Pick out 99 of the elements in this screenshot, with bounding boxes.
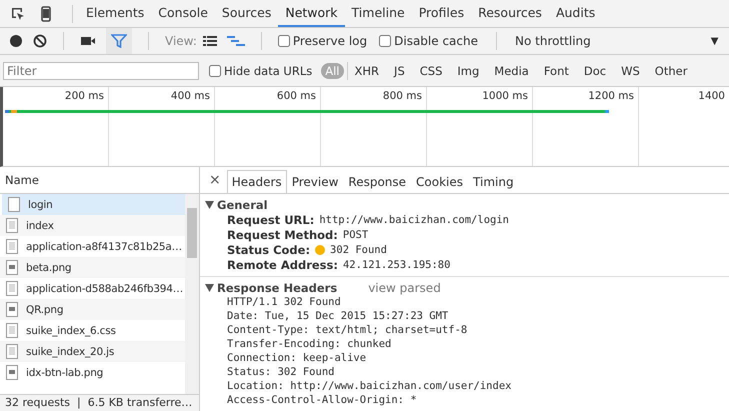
header-line: HTTP/1.1 302 Found	[226, 295, 342, 309]
list-view-icon[interactable]	[202, 35, 217, 47]
type-filter[interactable]: Doc	[580, 62, 610, 78]
header-line: Date: Tue, 15 Dec 2015 15:27:23 GMT	[226, 309, 450, 323]
hide-data-urls-checkbox[interactable]	[209, 64, 221, 76]
document-icon	[8, 197, 20, 212]
close-button[interactable]: ×	[203, 167, 227, 193]
section-title[interactable]: Response Headers	[217, 280, 338, 294]
filter-icon[interactable]	[111, 34, 127, 48]
request-row[interactable]: index	[0, 215, 185, 236]
text-file-icon	[6, 239, 18, 254]
filter-field[interactable]: Filter	[3, 62, 199, 80]
request-name: idx-btn-lab.png	[26, 366, 104, 378]
panel-tab[interactable]: Elements	[79, 0, 152, 27]
type-filter[interactable]: JS	[390, 62, 409, 78]
field-value: 302 Found	[330, 244, 387, 256]
tick-label: 200 ms	[64, 90, 104, 102]
request-name: index	[26, 220, 54, 232]
camera-icon[interactable]	[80, 35, 96, 47]
panel-tab[interactable]: Timeline	[344, 0, 412, 27]
header-line: Location: http://www.baicizhan.com/user/index	[226, 379, 512, 393]
text-file-icon	[6, 218, 18, 233]
type-filter[interactable]: Other	[650, 62, 692, 78]
detail-tab[interactable]: Cookies	[411, 170, 468, 193]
header-line: Connection: keep-alive	[226, 351, 368, 365]
field-value: POST	[342, 228, 368, 240]
request-row[interactable]: application-a8f4137c81b25a…	[0, 236, 185, 257]
status-bar-text: 32 requests | 6.5 KB transferre…	[0, 394, 199, 411]
panel-tab[interactable]: Console	[151, 0, 215, 27]
panel-tab[interactable]: Profiles	[412, 0, 472, 27]
type-filter[interactable]: Img	[453, 62, 484, 78]
header-line: Status: 302 Found	[226, 365, 336, 379]
status-dot-icon	[315, 244, 326, 254]
detail-tab[interactable]: Response	[343, 170, 412, 193]
field-name: Request URL:	[227, 212, 314, 226]
disable-cache-checkbox[interactable]	[379, 35, 392, 47]
device-icon[interactable]	[38, 6, 54, 22]
tick-label: 1400	[698, 90, 725, 102]
detail-tab[interactable]: Headers	[226, 170, 287, 193]
filter-toggle[interactable]	[106, 28, 132, 54]
tick-label: 600 ms	[276, 90, 316, 102]
request-name: application-d588ab246fb394…	[26, 282, 184, 294]
header-line: Content-Type: text/html; charset=utf-8	[226, 323, 468, 337]
preserve-log-checkbox[interactable]	[278, 35, 290, 47]
text-file-icon	[6, 323, 18, 338]
type-filter[interactable]: Media	[490, 62, 533, 78]
request-name: beta.png	[26, 262, 72, 274]
header-line: Access-Control-Allow-Origin: *	[226, 393, 418, 407]
disable-cache-label: Disable cache	[394, 34, 478, 48]
panel-tab[interactable]: Sources	[214, 0, 278, 27]
request-row[interactable]: login	[2, 194, 185, 215]
request-row[interactable]: suike_index_6.css	[0, 320, 185, 341]
throttling-dropdown[interactable]: No throttling	[515, 34, 591, 48]
request-name: QR.png	[26, 304, 64, 316]
request-row[interactable]: suike_index_20.js	[0, 341, 185, 362]
dropdown-arrow[interactable]: ▼	[710, 36, 718, 46]
text-file-icon	[6, 281, 18, 296]
request-row[interactable]: idx-btn-lab.png	[0, 362, 185, 383]
field-value: http://www.baicizhan.com/login	[319, 214, 509, 226]
tick-label: 800 ms	[382, 90, 422, 102]
image-file-icon	[6, 302, 18, 317]
tick-label: 1000 ms	[482, 90, 528, 102]
field-name: Remote Address:	[227, 258, 338, 272]
view-label: View:	[165, 34, 197, 48]
record-icon[interactable]	[9, 34, 23, 48]
expand-triangle-icon[interactable]	[205, 284, 214, 292]
request-row[interactable]: beta.png	[0, 257, 185, 278]
section-title[interactable]: General	[217, 198, 268, 212]
clear-icon[interactable]	[33, 34, 47, 48]
preserve-log-label: Preserve log	[292, 34, 368, 48]
hide-data-urls-label: Hide data URLs	[224, 64, 312, 78]
panel-tab[interactable]: Audits	[548, 0, 602, 27]
type-filter[interactable]: Font	[540, 62, 573, 78]
waterfall-view-icon[interactable]	[226, 35, 245, 47]
request-row[interactable]: application-d588ab246fb394…	[0, 278, 185, 299]
panel-tab[interactable]: Resources	[471, 0, 549, 27]
tick-label: 400 ms	[170, 90, 210, 102]
field-name: Status Code:	[227, 242, 310, 256]
type-filter[interactable]: WS	[617, 62, 644, 78]
request-name: suike_index_20.js	[26, 346, 114, 358]
type-filter[interactable]: XHR	[350, 62, 384, 78]
field-value: 42.121.253.195:80	[342, 258, 450, 270]
view-parsed-link[interactable]: view parsed	[368, 280, 441, 294]
scrollbar[interactable]	[185, 194, 199, 394]
request-row[interactable]: QR.png	[0, 299, 185, 320]
detail-tab[interactable]: Preview	[286, 170, 344, 193]
type-filter[interactable]: CSS	[416, 62, 446, 78]
image-file-icon	[6, 365, 18, 380]
request-name: suike_index_6.css	[26, 324, 116, 336]
request-name: application-a8f4137c81b25a…	[26, 240, 182, 252]
image-file-icon	[6, 260, 18, 275]
field-name: Request Method:	[227, 228, 338, 242]
request-name: login	[28, 198, 53, 210]
detail-tab[interactable]: Timing	[468, 170, 519, 193]
tick-label: 1200 ms	[588, 90, 634, 102]
inspect-icon[interactable]	[10, 6, 26, 22]
expand-triangle-icon[interactable]	[205, 200, 214, 208]
header-line: Transfer-Encoding: chunked	[226, 337, 392, 351]
text-file-icon	[6, 344, 18, 359]
